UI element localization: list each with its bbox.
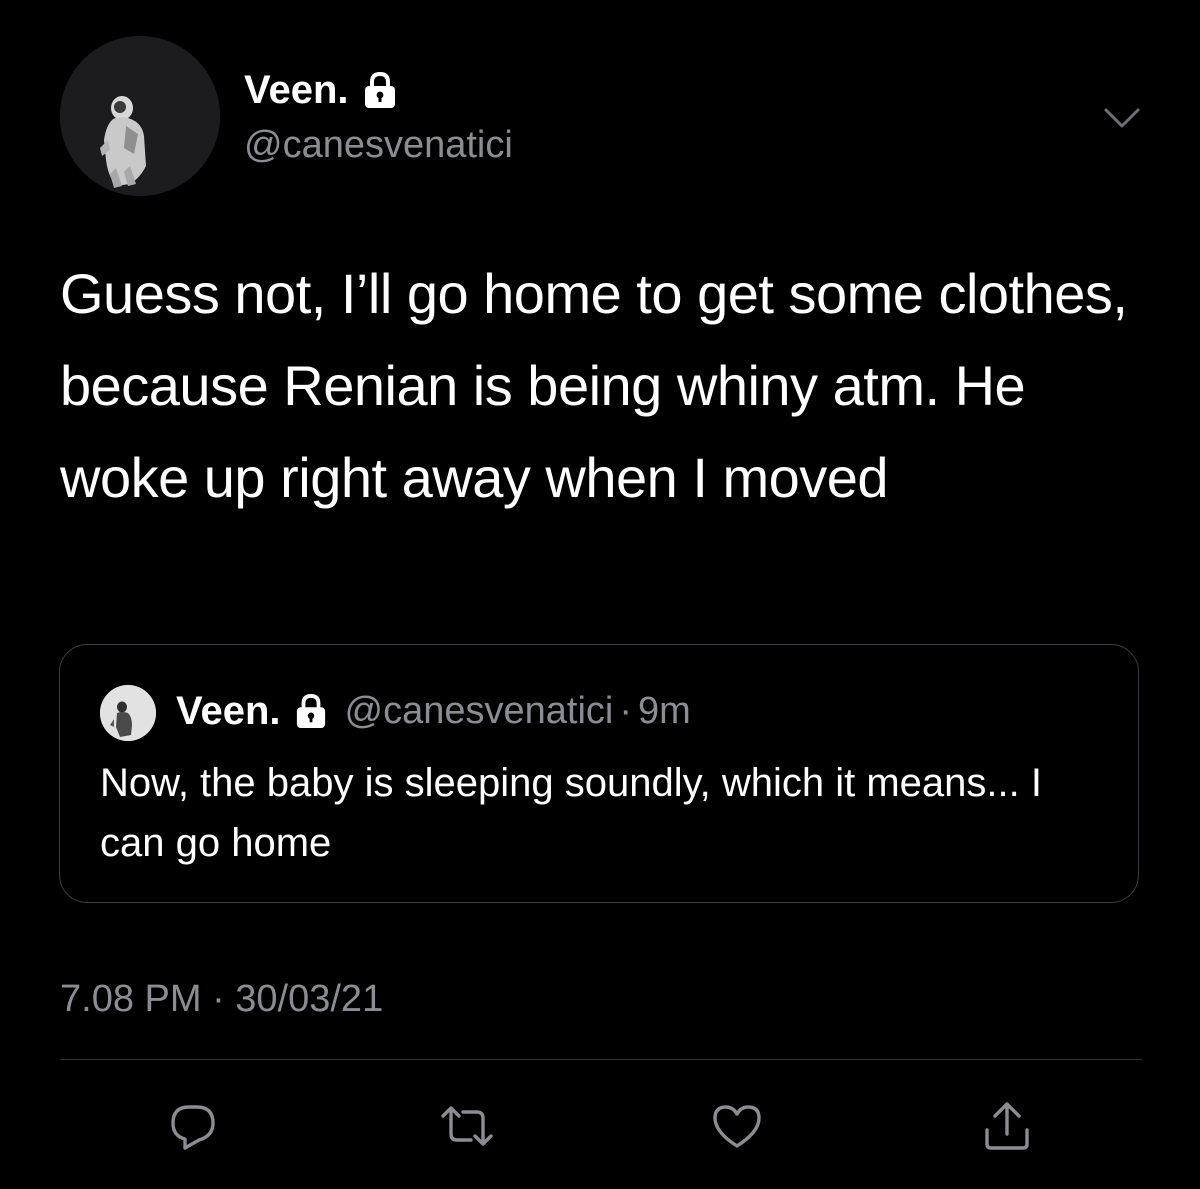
tweet-text: Guess not, I’ll go home to get some clot… [60, 262, 1128, 509]
divider [60, 1059, 1142, 1060]
quoted-tweet-text: Now, the baby is sleeping soundly, which… [100, 761, 1042, 865]
quoted-separator: · [619, 690, 632, 732]
quoted-display-name: Veen. [176, 689, 281, 733]
astronaut-avatar-icon [100, 685, 156, 741]
reply-icon [171, 1105, 215, 1150]
display-name[interactable]: Veen. [244, 66, 349, 114]
astronaut-avatar-icon [60, 36, 220, 196]
tweet-detail: Veen. @canesvenatici Guess not, I’ll go … [0, 0, 1200, 1189]
share-icon [985, 1102, 1029, 1150]
share-button[interactable] [977, 1098, 1037, 1154]
reply-button[interactable] [163, 1098, 223, 1154]
retweet-button[interactable] [437, 1098, 497, 1154]
lock-icon [364, 71, 395, 108]
chevron-down-icon[interactable] [1100, 96, 1144, 140]
quoted-tweet-card[interactable]: Veen. @canesvenatici · 9m Now, the baby … [59, 644, 1139, 903]
avatar[interactable] [60, 36, 220, 196]
quoted-age: 9m [638, 690, 691, 732]
author-name-row[interactable]: Veen. [244, 66, 397, 114]
quoted-tweet-header: Veen. @canesvenatici · 9m [176, 687, 691, 735]
author-handle[interactable]: @canesvenatici [244, 122, 513, 168]
retweet-icon [441, 1106, 493, 1146]
like-button[interactable] [707, 1098, 767, 1154]
heart-icon [713, 1105, 761, 1148]
tweet-timestamp: 7.08 PM · 30/03/21 [60, 978, 384, 1020]
lock-icon [296, 694, 325, 728]
quoted-handle: @canesvenatici [344, 690, 614, 732]
quoted-avatar [100, 685, 156, 741]
